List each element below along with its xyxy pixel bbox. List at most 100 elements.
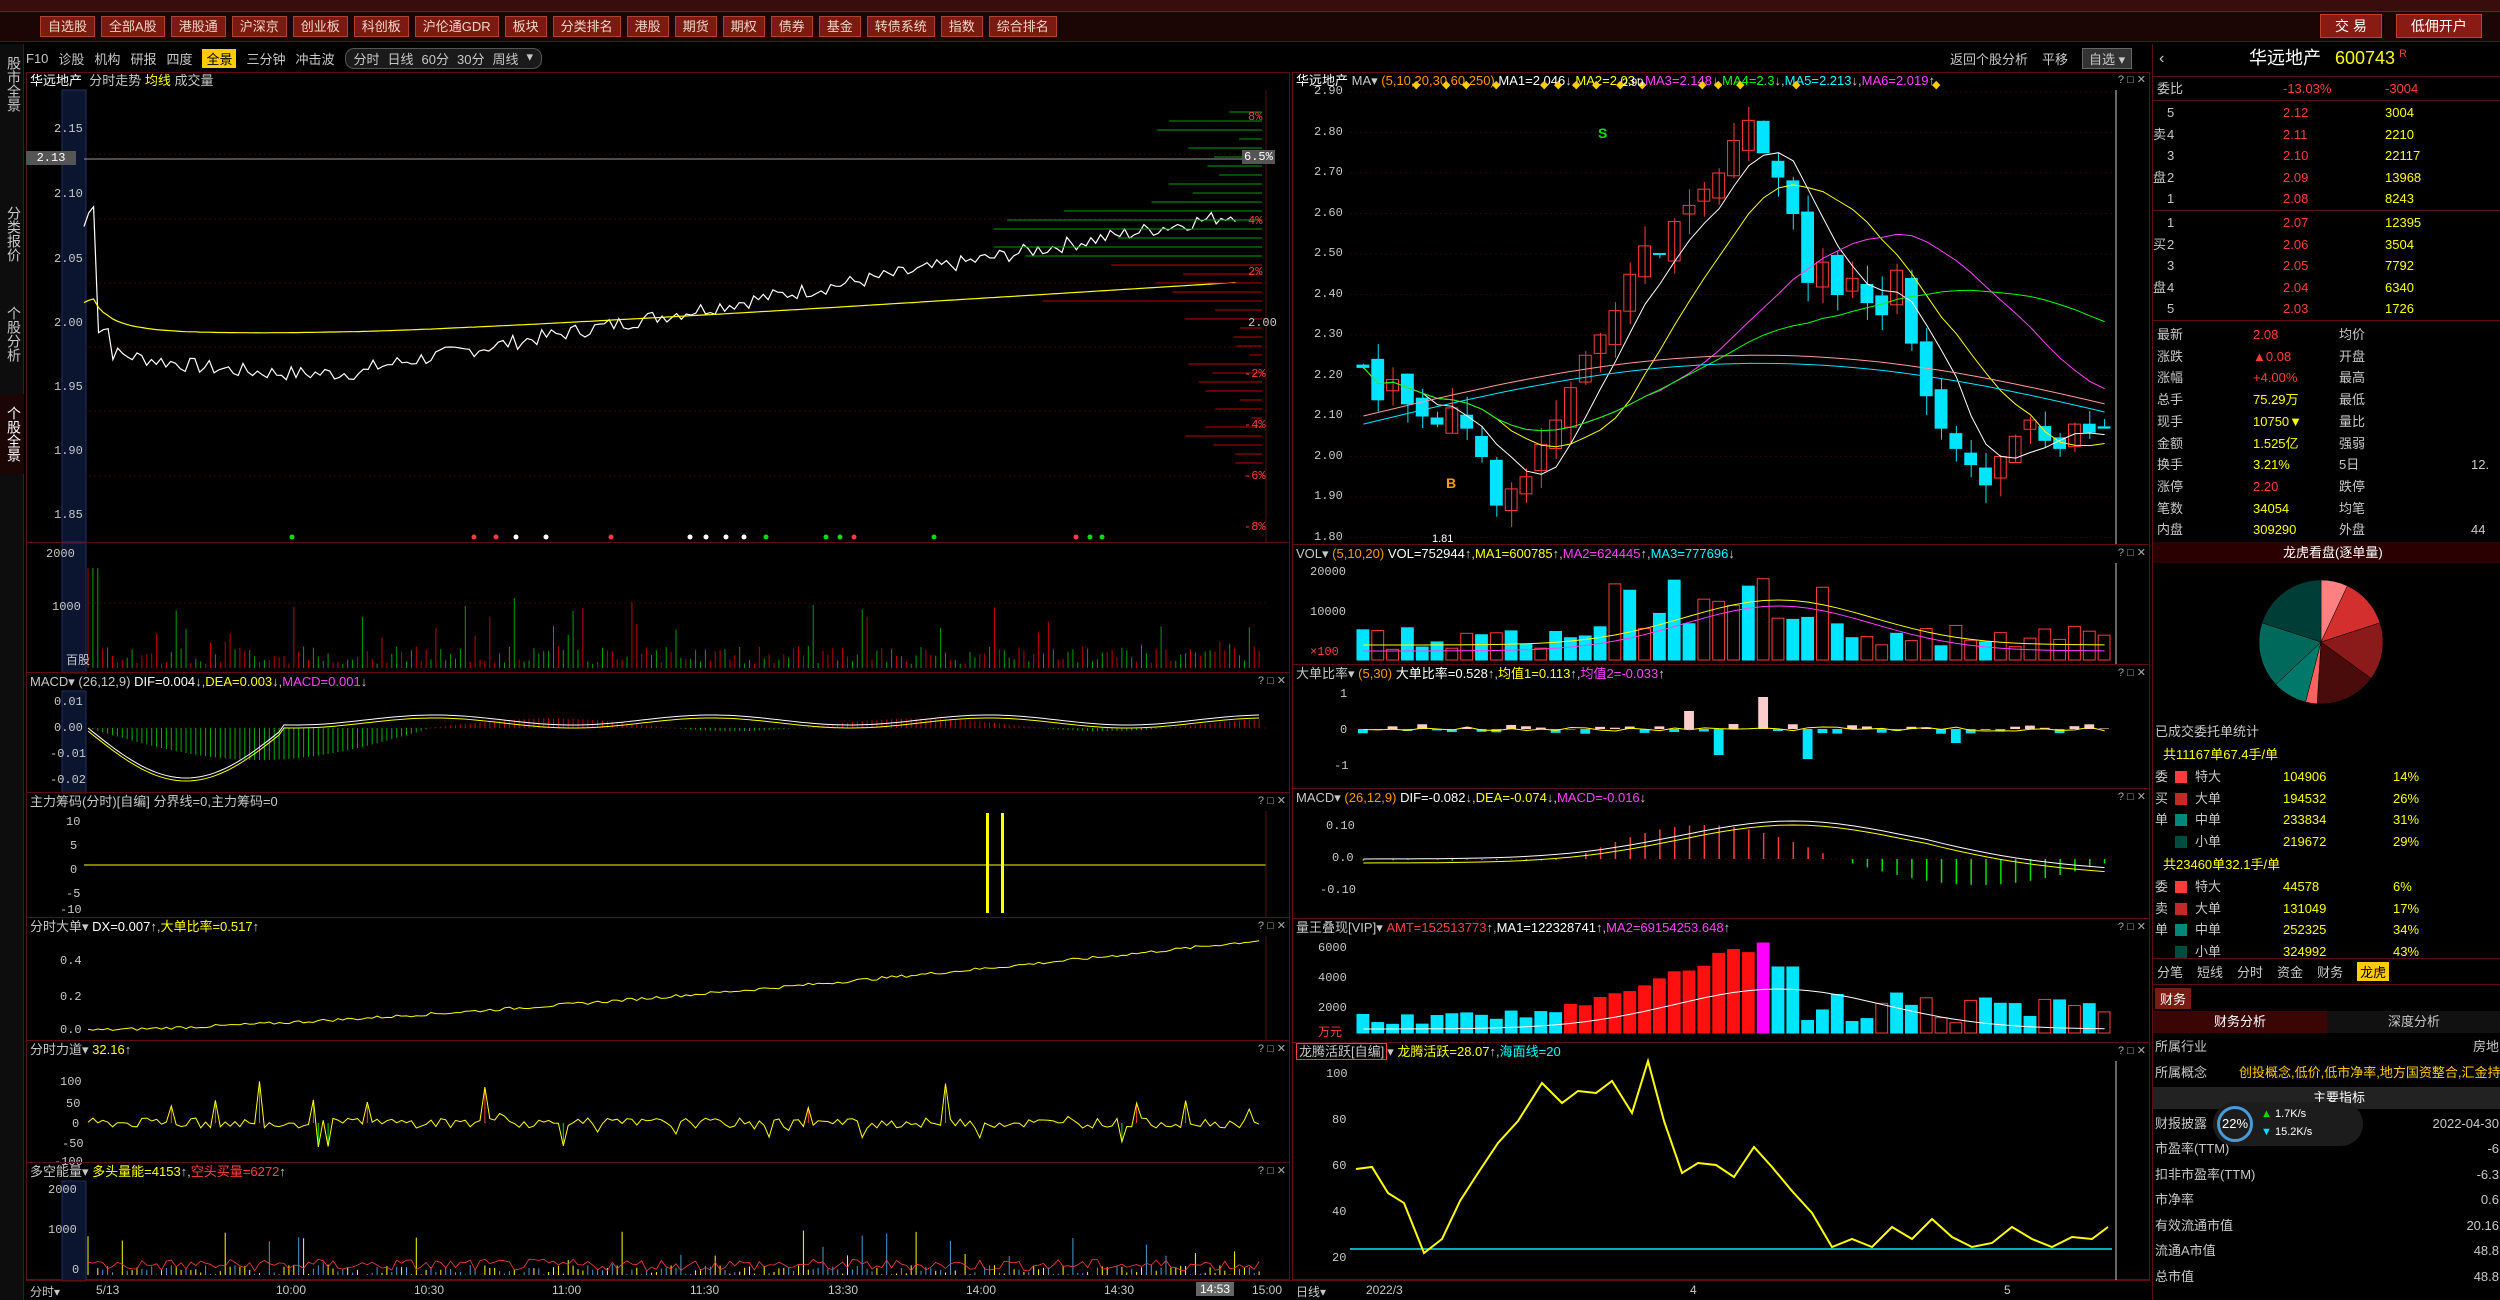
- vol-unit: 百股: [66, 654, 91, 668]
- tab-category-quotes[interactable]: 分类报价: [0, 194, 24, 274]
- overview-button[interactable]: 全景: [202, 48, 237, 68]
- side-tab[interactable]: 资金: [2277, 962, 2303, 981]
- legend-swatch: [2175, 792, 2187, 805]
- kline-amount-chart[interactable]: [1292, 919, 2150, 1043]
- intraday-bigorder-chart[interactable]: [26, 918, 1290, 1041]
- legend-swatch: [2175, 835, 2187, 848]
- side-tab[interactable]: 分笔: [2157, 962, 2183, 981]
- toolbar-button[interactable]: 港股通: [170, 16, 226, 37]
- level-num: 5: [2167, 105, 2175, 120]
- open-account-button[interactable]: 低佣开户: [2395, 14, 2482, 38]
- toolbar-button[interactable]: 板块: [504, 16, 547, 37]
- side-tab[interactable]: 龙虎: [2357, 962, 2390, 981]
- toolbar-button[interactable]: 创业板: [292, 16, 348, 37]
- sell-summary: 共23460单32.1手/单: [2163, 857, 2281, 872]
- kline-dragon-chart[interactable]: [1292, 1043, 2150, 1281]
- stat-cell: 大单: [2195, 790, 2222, 806]
- candle-body: [1652, 252, 1666, 255]
- signal-marker: [471, 534, 477, 540]
- ma-line: [1363, 152, 2105, 475]
- research-button[interactable]: 研报: [130, 49, 156, 68]
- kline-chart[interactable]: ◆ ◆ ◆ ◆ ◆ ◆ ◆ ◆ ◆ ◆ ◆ ◆ ◆ ◆ ◆2.901.81BS: [1292, 72, 2150, 545]
- tab-market-overview[interactable]: 股市全景: [0, 44, 24, 124]
- period-daily[interactable]: 日线: [388, 49, 414, 68]
- signal-marker: [513, 534, 519, 540]
- candle-body: [1445, 407, 1459, 434]
- f10-button[interactable]: F10: [26, 51, 48, 66]
- finance-tab[interactable]: 财务: [2155, 988, 2192, 1009]
- sell-signal: S: [1598, 125, 1607, 141]
- intraday-longshort-chart[interactable]: [26, 1163, 1290, 1282]
- tab-stock-overview[interactable]: 个股全景: [0, 394, 24, 474]
- kline-macd-chart[interactable]: [1292, 789, 2150, 919]
- macd-tick: -0.02: [50, 773, 87, 787]
- toolbar-button[interactable]: 沪伦通GDR: [414, 16, 499, 37]
- side-tab[interactable]: 短线: [2197, 962, 2223, 981]
- toolbar-button[interactable]: 期权: [722, 16, 765, 37]
- side-tab[interactable]: 分时: [2237, 962, 2263, 981]
- amount-bar: [1534, 1011, 1548, 1034]
- back-to-analysis-link[interactable]: 返回个股分析: [1950, 49, 2028, 68]
- intraday-price-chart[interactable]: [26, 72, 1290, 543]
- pan-toggle[interactable]: 平移: [2042, 49, 2068, 68]
- ma-line: [1363, 362, 2105, 425]
- watchlist-select[interactable]: 自选 ▾: [2082, 48, 2133, 69]
- finance-analysis-tab[interactable]: 财务分析: [2153, 1011, 2327, 1033]
- side-tab[interactable]: 财务: [2317, 962, 2343, 981]
- tab-stock-analysis[interactable]: 个股分析: [0, 294, 24, 374]
- toolbar-button[interactable]: 债券: [770, 16, 813, 37]
- deep-analysis-tab[interactable]: 深度分析: [2327, 1011, 2500, 1033]
- toolbar-button[interactable]: 转债系统: [866, 16, 935, 37]
- period-weekly[interactable]: 周线: [492, 49, 518, 68]
- toolbar-button[interactable]: 期货: [674, 16, 717, 37]
- institution-button[interactable]: 机构: [94, 49, 120, 68]
- chevron-down-icon[interactable]: ▾: [527, 49, 534, 68]
- main-chips-chart[interactable]: [26, 793, 1290, 918]
- back-arrow-icon[interactable]: ‹: [2159, 48, 2164, 69]
- toolbar-button[interactable]: 沪深京: [231, 16, 287, 37]
- quote-cell: 跌停: [2339, 478, 2366, 494]
- signal-marker: [741, 534, 747, 540]
- toolbar-button[interactable]: 指数: [940, 16, 983, 37]
- event-diamond: ◆: [1540, 79, 1549, 91]
- pct-tick: 2.00: [1248, 316, 1277, 330]
- quote-cell: 开盘: [2339, 348, 2366, 364]
- amount-bar: [2008, 1003, 2022, 1034]
- intraday-volume-chart[interactable]: [26, 542, 1290, 674]
- buy-signal: B: [1446, 475, 1456, 491]
- status-left-label[interactable]: 分时▾: [30, 1283, 60, 1300]
- quote-cell: +4.00%: [2253, 370, 2298, 386]
- period-30min[interactable]: 30分: [457, 49, 484, 68]
- three-minute-button[interactable]: 三分钟: [246, 49, 285, 68]
- stat-cell: 特大: [2195, 769, 2222, 784]
- amount-bar: [1756, 942, 1770, 1034]
- kvol-bar: [1652, 612, 1666, 661]
- level-num: 3: [2167, 258, 2175, 273]
- toolbar-button[interactable]: 分类排名: [552, 16, 621, 37]
- candle-body: [1964, 452, 1978, 466]
- trade-button[interactable]: 交 易: [2320, 14, 2382, 38]
- period-60min[interactable]: 60分: [422, 49, 449, 68]
- kline-period-label[interactable]: 日线▾: [1296, 1283, 1326, 1300]
- period-intraday[interactable]: 分时: [354, 49, 380, 68]
- level-num: 3: [2167, 148, 2175, 163]
- intraday-force-chart[interactable]: [26, 1041, 1290, 1163]
- kline-volume-chart[interactable]: [1292, 545, 2150, 665]
- toolbar-button[interactable]: 港股: [626, 16, 669, 37]
- toolbar-button[interactable]: 自选股: [40, 16, 96, 37]
- toolbar-button[interactable]: 基金: [818, 16, 861, 37]
- quote-row: 金额 1.525亿 强弱: [2153, 433, 2500, 454]
- toolbar-button[interactable]: 科创板: [353, 16, 409, 37]
- diagnose-button[interactable]: 诊股: [58, 49, 84, 68]
- level-volume: 7792: [2385, 258, 2414, 273]
- impact-wave-button[interactable]: 冲击波: [296, 49, 335, 68]
- kline-bigratio-chart[interactable]: [1292, 665, 2150, 789]
- kvol-bar: [1415, 646, 1429, 661]
- toolbar-button[interactable]: 综合排名: [988, 16, 1057, 37]
- toolbar-button[interactable]: 全部A股: [101, 16, 165, 37]
- event-diamond: ◆: [1412, 79, 1421, 91]
- kvol-tick: 10000: [1310, 605, 1347, 619]
- fourdegree-button[interactable]: 四度: [166, 49, 192, 68]
- intraday-macd-chart[interactable]: [26, 673, 1290, 794]
- price-tick: 2.15: [54, 122, 83, 136]
